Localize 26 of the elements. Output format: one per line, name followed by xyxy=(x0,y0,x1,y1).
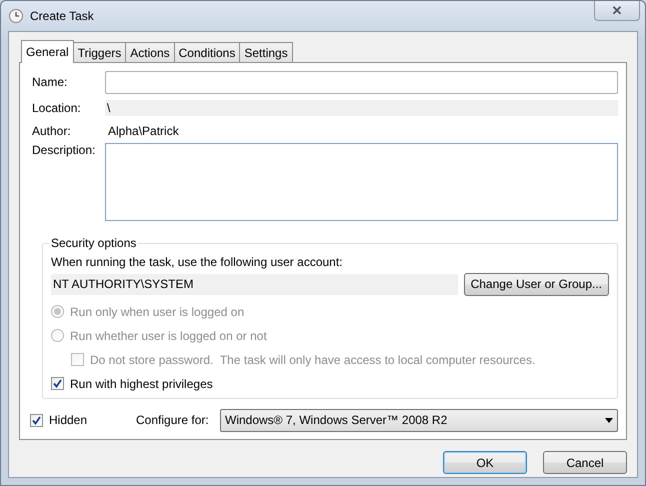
field-label: Location: xyxy=(32,100,82,116)
author-value: Alpha\Patrick xyxy=(107,124,179,138)
configure-label: Configure for: xyxy=(136,412,210,428)
tab[interactable]: Conditions xyxy=(174,42,240,62)
tab[interactable]: Settings xyxy=(239,42,293,62)
group-title: Security options xyxy=(49,235,138,252)
field-label: Name: xyxy=(32,75,68,90)
ok-button[interactable]: OK xyxy=(443,451,527,474)
tab[interactable]: Triggers xyxy=(72,42,126,62)
account-prompt: When running the task, use the following user account: xyxy=(51,255,344,270)
checkbox-label: Hidden xyxy=(49,412,88,428)
window-title: Create Task xyxy=(30,8,95,25)
radio-label: Run only when user is logged on xyxy=(70,304,244,319)
checkbox-label: Run with highest privileges xyxy=(70,376,213,391)
field-label: Author: xyxy=(32,124,72,138)
cancel-button[interactable]: Cancel xyxy=(543,451,627,474)
radio-label: Run whether user is logged on or not xyxy=(70,328,267,343)
tab[interactable]: General xyxy=(21,40,74,63)
configure-dropdown[interactable]: Windows® 7, Windows Server™ 2008 R2 xyxy=(220,408,618,432)
checkbox-label: Do not store password. The task will only have access to local computer resources. xyxy=(90,352,536,367)
account-field: NT AUTHORITY\SYSTEM xyxy=(51,274,458,295)
change-user-button[interactable]: Change User or Group... xyxy=(464,272,609,296)
close-button[interactable]: ✕ xyxy=(594,1,640,21)
field-label: Description: xyxy=(32,143,96,158)
location-field: \ xyxy=(105,100,618,116)
tab[interactable]: Actions xyxy=(125,42,175,62)
